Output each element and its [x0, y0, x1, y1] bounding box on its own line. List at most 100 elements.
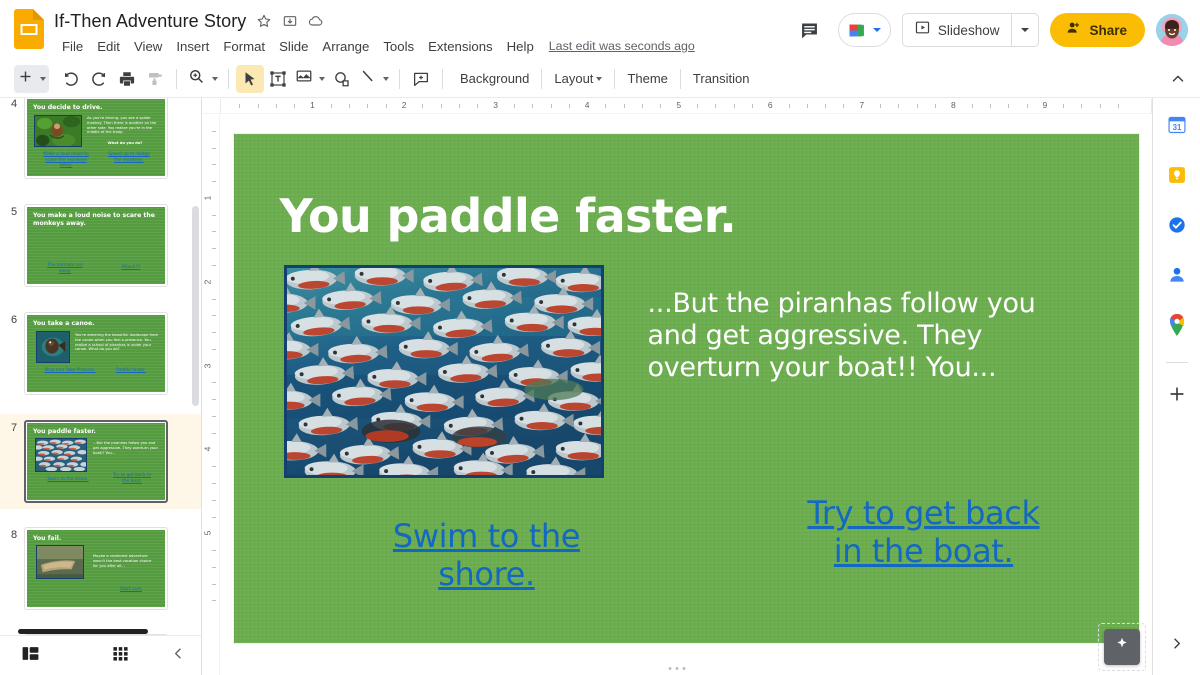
- thumbnail-slide-7[interactable]: 7 You paddle faster.: [0, 414, 201, 509]
- comment-history-icon[interactable]: [793, 13, 827, 47]
- google-slides-logo[interactable]: [14, 9, 44, 49]
- menu-edit[interactable]: Edit: [90, 37, 127, 56]
- thumbnail-frame-selected[interactable]: You paddle faster.: [24, 420, 168, 503]
- chevron-down-icon: [212, 77, 218, 81]
- menu-insert[interactable]: Insert: [169, 37, 216, 56]
- background-button[interactable]: Background: [450, 65, 539, 93]
- thumbnail-slide-8[interactable]: 8 You fail.: [0, 521, 201, 616]
- mini-link-right[interactable]: Try to get back in the boat.: [111, 473, 153, 484]
- ruler-tick: [990, 104, 991, 108]
- filmstrip-view-button[interactable]: [0, 636, 60, 675]
- share-button[interactable]: Share: [1050, 13, 1145, 47]
- thumbnail-frame[interactable]: You fail.: [24, 527, 168, 610]
- ruler-tick: [212, 349, 216, 350]
- ruler-tick: [917, 104, 918, 108]
- google-meet-button[interactable]: [838, 13, 891, 47]
- print-button[interactable]: [113, 65, 141, 93]
- svg-text:31: 31: [1172, 123, 1181, 132]
- expand-panel-button[interactable]: [1162, 631, 1192, 661]
- collapse-toolbar-button[interactable]: [1164, 65, 1192, 93]
- menu-arrange[interactable]: Arrange: [315, 37, 376, 56]
- select-tool-button[interactable]: [236, 65, 264, 93]
- divider: [176, 69, 177, 89]
- mini-link-right[interactable]: Paddle faster.: [111, 368, 151, 374]
- slide-mini: You fail.: [27, 530, 165, 607]
- cloud-saved-icon[interactable]: [307, 13, 324, 30]
- mini-body-2: What do you do?: [87, 141, 163, 146]
- transition-button[interactable]: Transition: [683, 65, 760, 93]
- text-box-button[interactable]: [264, 65, 292, 93]
- last-edit-status[interactable]: Last edit was seconds ago: [549, 39, 695, 53]
- menu-file[interactable]: File: [55, 37, 90, 56]
- thumbnail-frame[interactable]: You decide to drive.: [24, 98, 168, 179]
- add-plus-icon[interactable]: [1160, 377, 1194, 411]
- slide-image-school-of-piranhas[interactable]: [284, 265, 604, 478]
- menu-help[interactable]: Help: [500, 37, 541, 56]
- slideshow-main[interactable]: Slideshow: [903, 14, 1012, 46]
- user-avatar[interactable]: [1156, 14, 1188, 46]
- ruler-tick: [843, 104, 844, 108]
- canvas-resize-handle[interactable]: [669, 667, 686, 670]
- menu-slide[interactable]: Slide: [272, 37, 315, 56]
- slideshow-dropdown-arrow[interactable]: [1012, 14, 1038, 46]
- new-slide-button[interactable]: [14, 65, 49, 93]
- vertical-ruler[interactable]: 12345: [202, 114, 220, 675]
- move-to-folder-icon[interactable]: [281, 13, 298, 30]
- google-tasks-icon[interactable]: [1160, 208, 1194, 242]
- thumbnail-frame[interactable]: You take a canoe.: [24, 312, 168, 395]
- document-title[interactable]: If-Then Adventure Story: [54, 11, 246, 32]
- insert-line-button[interactable]: [356, 65, 392, 93]
- slide-body-text[interactable]: ...But the piranhas follow you and get a…: [648, 288, 1088, 384]
- mini-link-left[interactable]: Make a loud noise to scare the monkeys a…: [41, 152, 91, 169]
- mini-link-left[interactable]: Stop and Take Pictures.: [43, 368, 97, 374]
- slide-canvas[interactable]: You paddle faster.: [234, 134, 1139, 643]
- filmstrip-scroll[interactable]: 4 You decide to drive.: [0, 98, 201, 675]
- zoom-button[interactable]: [184, 65, 221, 93]
- slide-title[interactable]: You paddle faster.: [280, 189, 1080, 243]
- mini-link-right[interactable]: Attack!!!: [109, 265, 153, 271]
- mini-link-right[interactable]: Start over: [103, 587, 159, 593]
- paint-format-button[interactable]: [141, 65, 169, 93]
- slide-number: 8: [4, 527, 24, 541]
- insert-shape-button[interactable]: [328, 65, 356, 93]
- ruler-tick: [212, 517, 216, 518]
- slide-mini: You take a canoe.: [27, 315, 165, 392]
- ruler-number: 7: [859, 100, 864, 110]
- menu-view[interactable]: View: [127, 37, 169, 56]
- menu-tools[interactable]: Tools: [376, 37, 421, 56]
- add-comment-button[interactable]: [407, 65, 435, 93]
- horizontal-ruler[interactable]: 123456789: [202, 98, 1152, 114]
- dot: [676, 667, 679, 670]
- google-keep-icon[interactable]: [1160, 158, 1194, 192]
- ruler-tick: [212, 382, 216, 383]
- mini-link-left[interactable]: Swim to the shore.: [43, 477, 93, 483]
- slideshow-button[interactable]: Slideshow: [902, 13, 1040, 47]
- mini-link-left[interactable]: The animals run away.: [41, 263, 89, 274]
- canvas-scroll[interactable]: You paddle faster.: [220, 114, 1152, 675]
- redo-button[interactable]: [85, 65, 113, 93]
- filmstrip-horizontal-scrollbar[interactable]: [18, 629, 148, 634]
- grid-view-button[interactable]: [90, 636, 150, 675]
- mini-link-right[interactable]: Speed up to dodge the monkeys.: [105, 152, 153, 163]
- insert-image-button[interactable]: [292, 65, 328, 93]
- menu-format[interactable]: Format: [216, 37, 272, 56]
- ruler-tick: [212, 500, 216, 501]
- theme-button[interactable]: Theme: [617, 65, 677, 93]
- thumbnail-slide-6[interactable]: 6 You take a canoe.: [0, 306, 201, 401]
- thumbnail-slide-5[interactable]: 5 You make a loud noise to scare the mon…: [0, 198, 201, 293]
- collapse-panel-button[interactable]: [163, 641, 193, 671]
- explore-button[interactable]: [1104, 629, 1140, 665]
- thumbnail-slide-4[interactable]: 4 You decide to drive.: [0, 98, 201, 185]
- menu-extensions[interactable]: Extensions: [421, 37, 500, 56]
- google-maps-icon[interactable]: [1160, 308, 1194, 342]
- slide-link-back-in-boat[interactable]: Try to get back in the boat.: [794, 494, 1054, 571]
- layout-button[interactable]: Layout: [544, 65, 612, 93]
- filmstrip-scrollbar[interactable]: [192, 206, 199, 406]
- undo-button[interactable]: [57, 65, 85, 93]
- slide-link-swim-to-shore[interactable]: Swim to the shore.: [342, 517, 632, 594]
- google-calendar-icon[interactable]: 31: [1160, 108, 1194, 142]
- ruler-tick: [212, 584, 216, 585]
- star-icon[interactable]: [255, 13, 272, 30]
- google-contacts-icon[interactable]: [1160, 258, 1194, 292]
- thumbnail-frame[interactable]: You make a loud noise to scare the monke…: [24, 204, 168, 287]
